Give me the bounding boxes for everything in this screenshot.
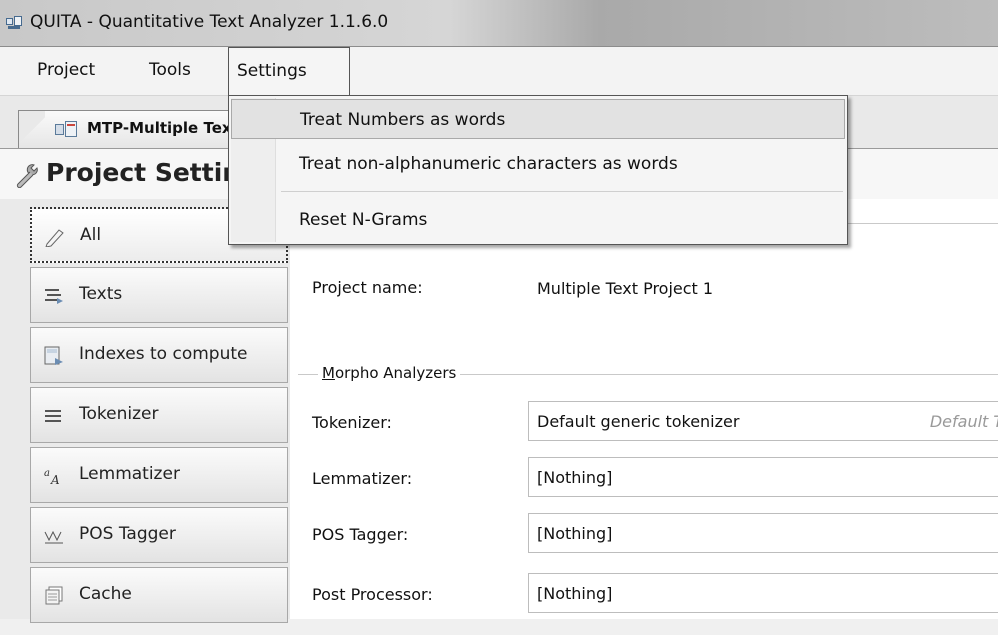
calculator-icon: [44, 346, 63, 365]
nav-item-label: Texts: [79, 284, 123, 304]
window-title: QUITA - Quantitative Text Analyzer 1.1.6…: [30, 12, 389, 32]
nav-item-lemmatizer[interactable]: a A Lemmatizer: [30, 447, 288, 503]
title-bar: QUITA - Quantitative Text Analyzer 1.1.6…: [0, 0, 998, 47]
texts-icon: [45, 289, 63, 304]
wrench-icon: [16, 164, 38, 188]
lemmatizer-field[interactable]: [Nothing]: [528, 457, 998, 497]
settings-dropdown-menu: Treat Numbers as words Treat non-alphanu…: [228, 95, 848, 245]
post-processor-field[interactable]: [Nothing]: [528, 573, 998, 613]
project-icon: [55, 121, 77, 137]
nav-item-label: Lemmatizer: [79, 464, 180, 484]
project-name-label: Project name:: [312, 278, 423, 297]
tokenizer-default-hint: Default To: [929, 412, 998, 431]
menu-settings[interactable]: Settings: [228, 47, 350, 96]
lemmatizer-label: Lemmatizer:: [312, 469, 413, 488]
nav-item-label: Cache: [79, 584, 132, 604]
morpho-analyzers-legend: Morpho Analyzers: [318, 364, 461, 382]
menu-project[interactable]: Project: [27, 47, 105, 95]
pos-tagger-field[interactable]: [Nothing]: [528, 513, 998, 553]
menu-separator: [281, 191, 843, 192]
pencil-icon: [45, 229, 64, 247]
settings-content: Project name: Multiple Text Project 1 Mo…: [290, 199, 998, 619]
post-processor-label: Post Processor:: [312, 585, 433, 604]
tokenizer-field[interactable]: Default generic tokenizer Default To: [528, 401, 998, 441]
nav-item-label: All: [80, 225, 102, 245]
menu-tools[interactable]: Tools: [139, 47, 201, 95]
nav-item-label: Tokenizer: [79, 404, 159, 424]
svg-text:A: A: [50, 473, 60, 486]
settings-nav: All Texts Indexes to compute Tokenizer a…: [0, 199, 290, 623]
menu-bar: Project Tools Settings: [0, 47, 998, 96]
menu-item-treat-numbers-as-words[interactable]: Treat Numbers as words: [231, 99, 845, 139]
lemmatizer-icon: a A: [44, 468, 60, 486]
cache-icon: [45, 586, 63, 605]
pos-tagger-icon: [44, 530, 63, 544]
nav-item-cache[interactable]: Cache: [30, 567, 288, 623]
tokenizer-label: Tokenizer:: [312, 413, 392, 432]
project-name-field[interactable]: Multiple Text Project 1: [528, 268, 998, 308]
nav-item-indexes-to-compute[interactable]: Indexes to compute: [30, 327, 288, 383]
document-tab[interactable]: MTP-Multiple Text Project 1: [18, 110, 320, 149]
nav-item-label: POS Tagger: [79, 524, 176, 544]
tokenizer-icon: [45, 410, 61, 422]
svg-text:a: a: [44, 468, 50, 479]
nav-item-label: Indexes to compute: [79, 344, 248, 364]
pos-tagger-label: POS Tagger:: [312, 525, 409, 544]
nav-item-pos-tagger[interactable]: POS Tagger: [30, 507, 288, 563]
menu-item-treat-non-alphanumeric-as-words[interactable]: Treat non-alphanumeric characters as wor…: [231, 144, 845, 184]
menu-item-reset-n-grams[interactable]: Reset N-Grams: [231, 200, 845, 240]
app-icon: [6, 16, 22, 29]
nav-item-tokenizer[interactable]: Tokenizer: [30, 387, 288, 443]
morpho-analyzers-group: Morpho Analyzers Tokenizer: Default gene…: [298, 364, 998, 635]
nav-item-texts[interactable]: Texts: [30, 267, 288, 323]
